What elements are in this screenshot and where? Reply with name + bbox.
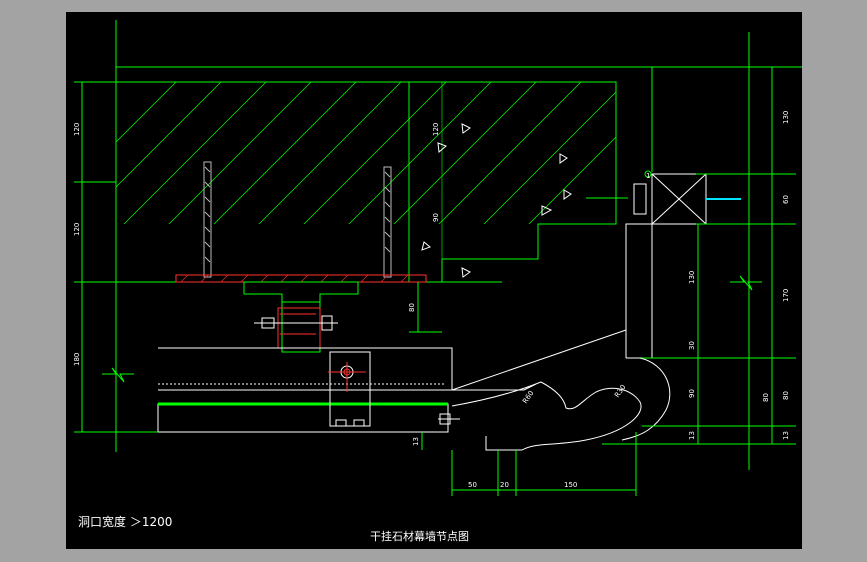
dim-misc-2: 13: [412, 437, 420, 446]
cad-drawing-canvas: 120 120 180 130 60 170 80 13 130 30 90 8…: [66, 12, 802, 549]
hatch-label: 1: [646, 172, 650, 180]
dim-right-1: 130: [782, 111, 790, 124]
drawing-title: 干挂石材幕墙节点图: [370, 529, 469, 543]
bottom-dimension-lines: [451, 432, 637, 496]
dim-bottom-2: 20: [500, 481, 509, 489]
dim-inner-2: 30: [688, 341, 696, 350]
dim-concrete-1: 120: [432, 123, 440, 136]
left-dimension-lines: [74, 81, 442, 450]
right-dimension-lines: [586, 32, 796, 470]
break-marks: [102, 275, 762, 383]
dim-left-1: 120: [73, 123, 81, 136]
hanging-clip: [328, 351, 371, 427]
dim-inner-1: 130: [688, 271, 696, 284]
concrete-slab: [115, 81, 617, 283]
anchor-bolts: [203, 161, 392, 278]
dim-concrete-2: 90: [432, 213, 440, 222]
embedded-steel-plate: [175, 274, 427, 283]
dim-inner-4: 80: [762, 393, 770, 402]
dim-right-4: 80: [782, 391, 790, 400]
dim-right-5: 13: [782, 431, 790, 440]
dim-bottom-3: 150: [564, 481, 577, 489]
dim-right-2: 60: [782, 195, 790, 204]
dim-left-3: 180: [73, 353, 81, 366]
dim-inner-3: 90: [688, 389, 696, 398]
radius-label-2: R30: [613, 383, 627, 399]
dim-misc-1: 80: [408, 303, 416, 312]
dim-inner-5: 13: [688, 431, 696, 440]
dim-bottom-1: 50: [468, 481, 477, 489]
dim-right-3: 170: [782, 289, 790, 302]
steel-bracket: [243, 281, 359, 353]
fixings: [438, 413, 460, 425]
stone-cornice-profile: [451, 223, 671, 451]
horizontal-steel-beam: [157, 347, 453, 433]
dim-left-2: 120: [73, 223, 81, 236]
aggregate-triangles: [421, 123, 572, 278]
opening-note: 洞口宽度 ＞1200: [78, 514, 172, 529]
stone-curtain-wall-node-diagram: 120 120 180 130 60 170 80 13 130 30 90 8…: [73, 20, 802, 543]
radius-label-1: R60: [521, 389, 535, 405]
